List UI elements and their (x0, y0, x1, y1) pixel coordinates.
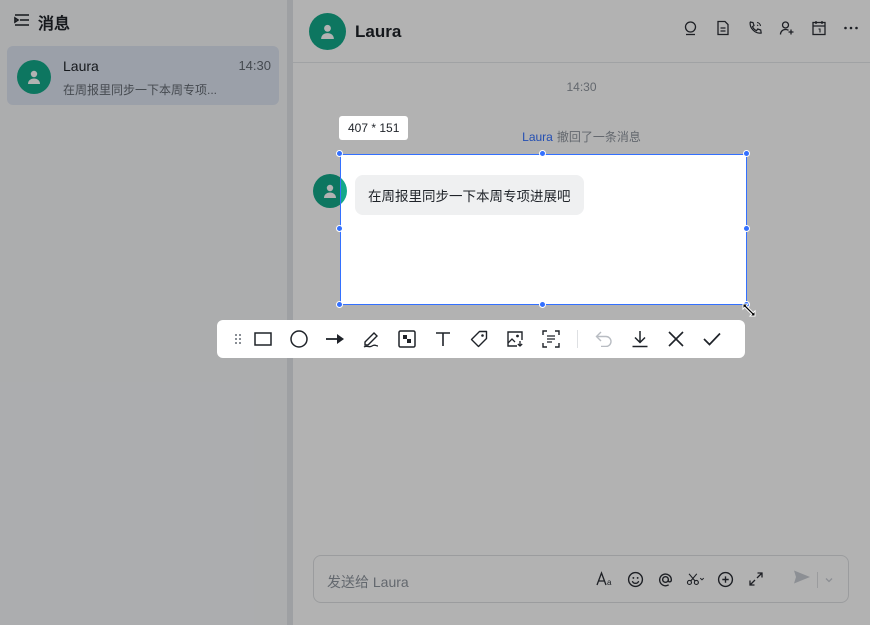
screenshot-selection[interactable] (340, 154, 747, 305)
resize-handle-left[interactable] (336, 225, 343, 232)
selection-size-label: 407 * 151 (339, 116, 409, 140)
resize-handle-top-left[interactable] (336, 150, 343, 157)
confirm-icon[interactable] (694, 320, 730, 358)
resize-handle-bottom[interactable] (539, 301, 546, 308)
ocr-icon[interactable] (533, 320, 569, 358)
resize-handle-bottom-left[interactable] (336, 301, 343, 308)
resize-handle-right[interactable] (743, 225, 750, 232)
download-icon[interactable] (622, 320, 658, 358)
drag-handle-icon[interactable] (231, 320, 245, 358)
rectangle-icon[interactable] (245, 320, 281, 358)
tag-icon[interactable] (461, 320, 497, 358)
mosaic-icon[interactable] (389, 320, 425, 358)
pen-icon[interactable] (353, 320, 389, 358)
text-icon[interactable] (425, 320, 461, 358)
resize-handle-top[interactable] (539, 150, 546, 157)
screenshot-mask-right (747, 154, 870, 305)
pin-image-icon[interactable] (497, 320, 533, 358)
screenshot-mask-top (0, 0, 870, 154)
undo-icon[interactable] (586, 320, 622, 358)
ellipse-icon[interactable] (281, 320, 317, 358)
toolbar-divider (577, 330, 578, 348)
resize-handle-top-right[interactable] (743, 150, 750, 157)
screenshot-mask-left (0, 154, 340, 305)
screenshot-toolbar (217, 320, 745, 358)
resize-cursor-icon (742, 303, 756, 317)
arrow-icon[interactable] (317, 320, 353, 358)
cancel-icon[interactable] (658, 320, 694, 358)
